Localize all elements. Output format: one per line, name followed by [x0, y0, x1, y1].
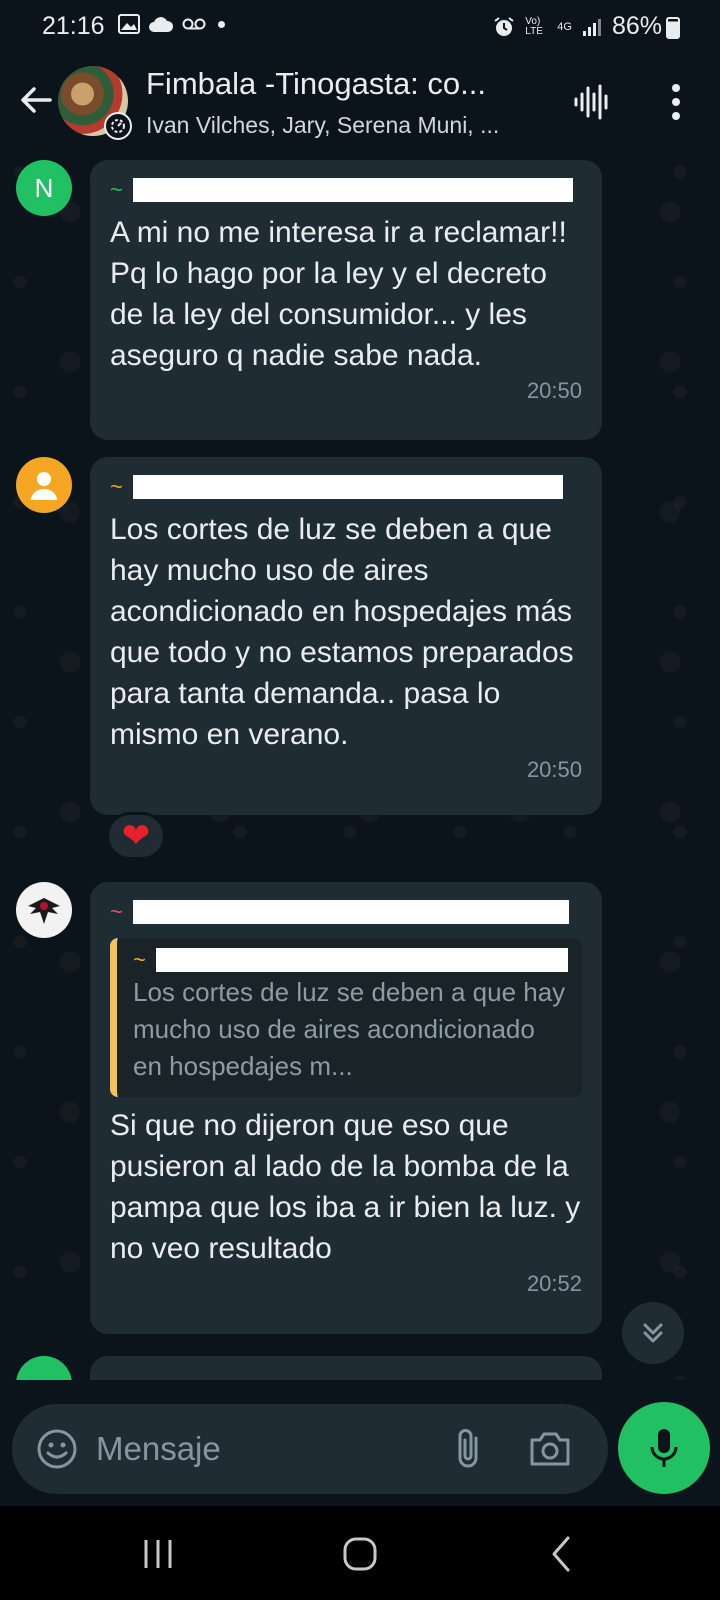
- avatar[interactable]: [16, 882, 72, 938]
- eagle-rose-icon: [28, 898, 60, 924]
- status-notification-icons: [118, 14, 225, 34]
- signal-icon: [582, 18, 601, 36]
- chat-header: Fimbala -Tinogasta: co... Ivan Vilches, …: [0, 56, 720, 152]
- message-time: 20:50: [526, 378, 582, 403]
- sender-name[interactable]: ~: [110, 898, 582, 926]
- message-time: 20:52: [526, 1271, 582, 1296]
- message-input[interactable]: [96, 1424, 426, 1474]
- sender-prefix: ~: [110, 899, 123, 924]
- message-time: 20:50: [526, 757, 582, 782]
- home-icon[interactable]: [338, 1532, 382, 1576]
- status-right-icons: Vo) LTE 4G 86%: [493, 12, 662, 41]
- sender-name[interactable]: ~: [110, 176, 582, 204]
- group-participants[interactable]: Ivan Vilches, Jary, Serena Muni, ...: [146, 112, 546, 139]
- quoted-sender-prefix: ~: [133, 947, 146, 972]
- redacted-name: [155, 948, 568, 972]
- message-text: A mi no me interesa ir a reclamar!! Pq l…: [110, 216, 567, 372]
- message-bubble[interactable]: ~ Los cortes de luz se deben a que hay m…: [90, 457, 602, 815]
- sender-prefix: ~: [110, 177, 123, 202]
- scroll-to-bottom-button[interactable]: [622, 1302, 684, 1364]
- nav-back-icon[interactable]: [540, 1532, 584, 1576]
- status-bar: 21:16 Vo) LTE 4G 86%: [0, 0, 720, 56]
- message-bubble[interactable]: [90, 1356, 602, 1380]
- status-dot-icon: [218, 20, 225, 28]
- status-time: 21:16: [42, 12, 105, 40]
- redacted-name: [132, 178, 573, 202]
- message-text: Los cortes de luz se deben a que hay muc…: [110, 513, 574, 751]
- redacted-name: [132, 900, 569, 924]
- alarm-icon: [494, 16, 514, 36]
- emoji-icon[interactable]: [34, 1426, 80, 1472]
- quoted-text: Los cortes de luz se deben a que hay muc…: [133, 977, 566, 1081]
- mic-button[interactable]: [618, 1402, 710, 1494]
- gallery-icon: [118, 14, 140, 34]
- heart-icon: ❤: [121, 817, 151, 855]
- chevron-double-down-icon: [643, 1323, 663, 1343]
- voice-call-icon[interactable]: [570, 80, 614, 124]
- message-bubble[interactable]: ~ ~ Los cortes de luz se deben a que hay…: [90, 882, 602, 1334]
- avatar[interactable]: [16, 1356, 72, 1380]
- recent-apps-icon[interactable]: [136, 1532, 180, 1576]
- redacted-name: [132, 475, 563, 499]
- message-text: Si que no dijeron que eso que pusieron a…: [110, 1109, 581, 1265]
- more-vert-icon[interactable]: [664, 80, 688, 124]
- avatar-letter: N: [34, 172, 54, 203]
- network-label: Vo) LTE: [525, 15, 543, 37]
- battery-percent: 86%: [611, 12, 662, 40]
- mic-icon: [650, 1429, 678, 1467]
- battery-icon: [666, 17, 680, 39]
- message-bubble[interactable]: ~ A mi no me interesa ir a reclamar!! Pq…: [90, 160, 602, 440]
- quoted-message[interactable]: ~ Los cortes de luz se deben a que hay m…: [110, 938, 582, 1097]
- sender-prefix: ~: [110, 474, 123, 499]
- user-icon: [31, 472, 57, 500]
- cloud-icon: [149, 17, 174, 32]
- avatar[interactable]: N: [16, 160, 72, 216]
- message-composer: [12, 1404, 608, 1494]
- avatar[interactable]: [16, 457, 72, 513]
- signal-label: 4G: [557, 20, 572, 33]
- attach-icon[interactable]: [448, 1424, 488, 1474]
- reaction-badge[interactable]: ❤: [106, 812, 166, 860]
- quoted-sender: ~: [133, 946, 568, 974]
- camera-icon[interactable]: [526, 1426, 574, 1472]
- community-badge-icon: [104, 112, 132, 140]
- voicemail-icon: [182, 18, 206, 30]
- back-arrow-icon[interactable]: [14, 78, 58, 122]
- system-nav-bar: [0, 1506, 720, 1600]
- group-title[interactable]: Fimbala -Tinogasta: co...: [146, 66, 546, 102]
- sender-name[interactable]: ~: [110, 473, 582, 501]
- chat-messages[interactable]: N ~ A mi no me interesa ir a reclamar!! …: [0, 152, 720, 1380]
